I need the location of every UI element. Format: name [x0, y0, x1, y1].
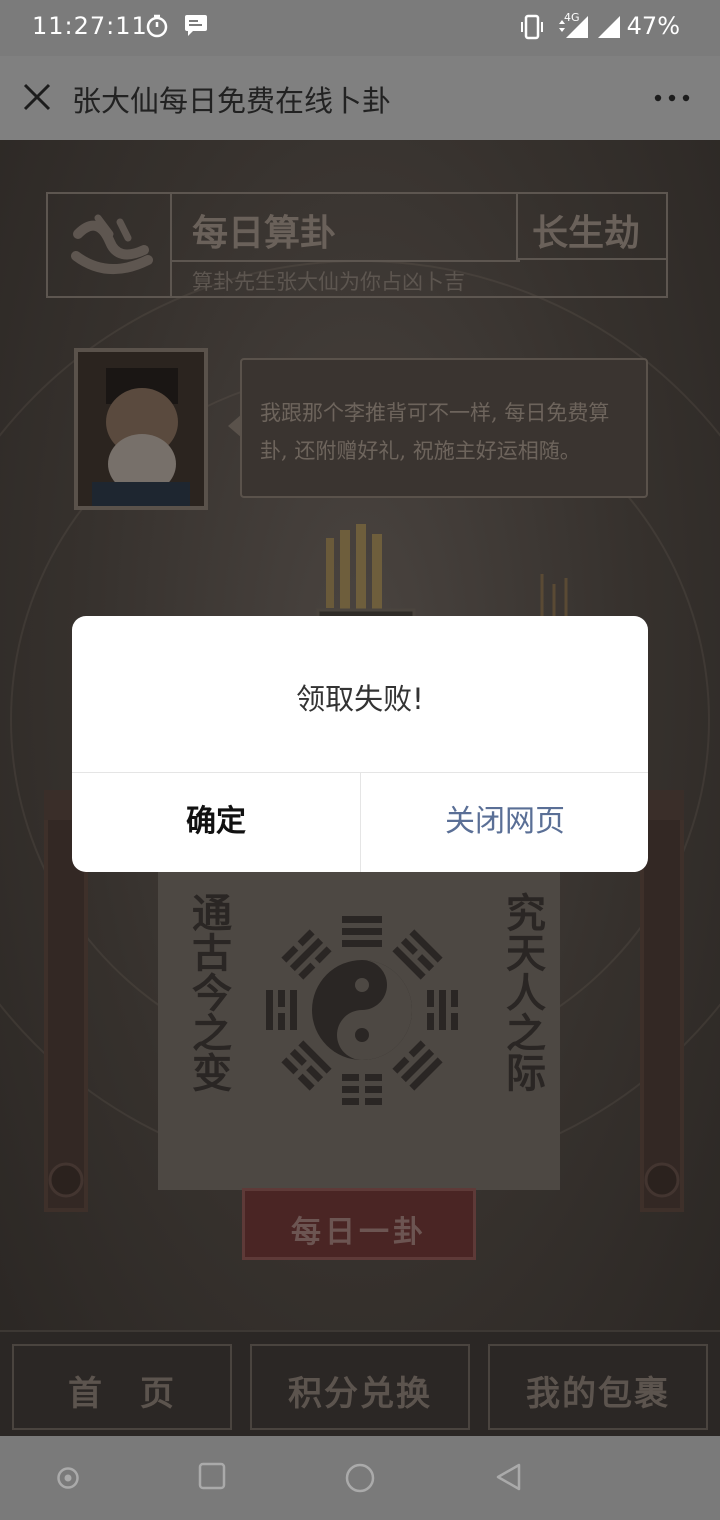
- home-icon[interactable]: [344, 1462, 376, 1494]
- confirm-button[interactable]: 确定: [72, 772, 360, 872]
- assistant-icon[interactable]: [56, 1466, 80, 1490]
- system-nav-bar: [0, 1436, 720, 1520]
- back-icon[interactable]: [494, 1462, 522, 1492]
- alert-dialog: 领取失败! 确定 关闭网页: [72, 616, 648, 872]
- recent-apps-icon[interactable]: [198, 1462, 226, 1490]
- close-page-button[interactable]: 关闭网页: [361, 772, 648, 872]
- dialog-message: 领取失败!: [296, 682, 424, 716]
